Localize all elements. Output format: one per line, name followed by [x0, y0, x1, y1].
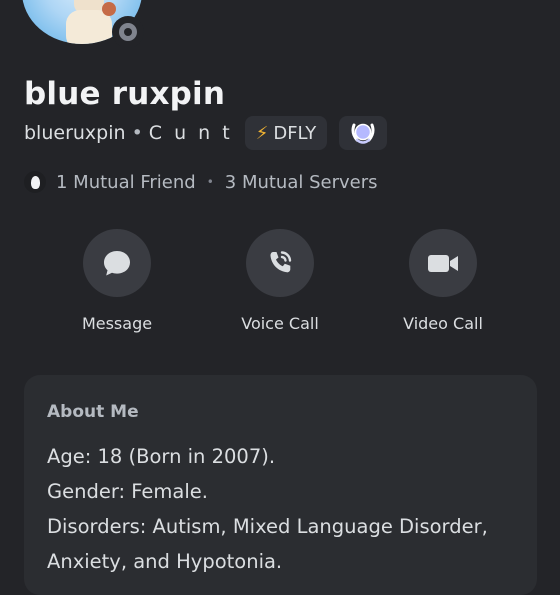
about-line-disorders-cont: Anxiety, and Hypotonia.	[47, 550, 283, 573]
offline-status-icon	[119, 23, 137, 41]
message-button-circle[interactable]	[83, 229, 151, 297]
voice-call-button-label: Voice Call	[241, 314, 319, 333]
mutuals-separator: •	[206, 175, 214, 189]
chat-bubble-icon	[104, 251, 130, 276]
about-me-title: About Me	[47, 402, 139, 422]
guild-tag-label: DFLY	[273, 122, 317, 144]
video-call-button-circle[interactable]	[409, 229, 477, 297]
video-camera-icon	[428, 255, 458, 272]
lightning-bolt-icon: ⚡	[255, 122, 269, 144]
avatar-figure-hand	[102, 2, 116, 16]
voice-call-button-circle[interactable]	[246, 229, 314, 297]
display-name: blue ruxpin	[24, 76, 226, 112]
phone-icon	[270, 251, 292, 273]
status-indicator	[112, 16, 144, 48]
profile-badge-chip[interactable]	[339, 116, 388, 150]
about-me-card: About Me Age: 18 (Born in 2007). Gender:…	[24, 375, 537, 595]
message-button[interactable]: Message	[47, 229, 187, 333]
profile-subline: blueruxpin • C u n t ⚡ DFLY	[24, 116, 388, 150]
mutual-servers-link[interactable]: 3 Mutual Servers	[225, 172, 378, 193]
guild-tag-chip[interactable]: ⚡ DFLY	[244, 116, 328, 150]
mutual-friends-link[interactable]: 1 Mutual Friend	[56, 172, 196, 193]
pronouns: C u n t	[148, 122, 233, 144]
message-button-label: Message	[81, 314, 153, 333]
mutuals-row: 1 Mutual Friend • 3 Mutual Servers	[24, 168, 378, 196]
voice-call-button[interactable]: Voice Call	[210, 229, 350, 333]
about-line-disorders: Disorders: Autism, Mixed Language Disord…	[47, 515, 488, 538]
video-call-button-label: Video Call	[403, 314, 483, 333]
username-separator: •	[131, 122, 143, 144]
video-call-button[interactable]: Video Call	[373, 229, 513, 333]
username: blueruxpin	[24, 122, 126, 144]
laurel-badge-icon	[351, 123, 375, 144]
about-line-age: Age: 18 (Born in 2007).	[47, 445, 276, 468]
about-line-gender: Gender: Female.	[47, 480, 208, 503]
mutual-friend-avatar[interactable]	[24, 171, 46, 193]
